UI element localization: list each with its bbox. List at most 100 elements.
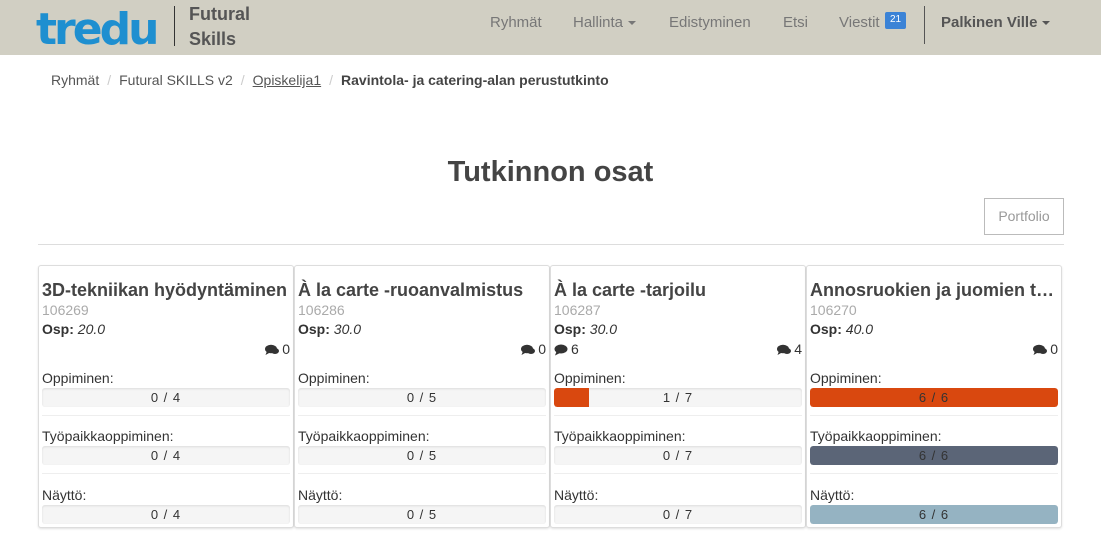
- comment-icon: [554, 344, 568, 356]
- tyopaikka-progress-text: 0 / 5: [406, 448, 438, 463]
- oppiminen-progress-bar: 0 / 5: [298, 388, 546, 407]
- tyopaikka-progress-text: 6 / 6: [918, 448, 950, 463]
- brand-subtitle: Futural Skills: [189, 2, 250, 52]
- card-title[interactable]: Annosruokien ja juomien tarjoilu: [810, 278, 1058, 302]
- nav-viestit-label: Viestit: [839, 14, 880, 31]
- nav-ryhmat[interactable]: Ryhmät: [490, 0, 542, 46]
- naytto-progress-bar: 0 / 7: [554, 505, 802, 524]
- comments-count[interactable]: 0: [521, 339, 546, 359]
- oppiminen-label: Oppiminen:: [554, 370, 626, 386]
- oppiminen-progress-bar: 6 / 6: [810, 388, 1058, 407]
- tyopaikka-progress-text: 0 / 7: [662, 448, 694, 463]
- card-osp: Osp: 20.0: [42, 319, 105, 339]
- comments-icon: [265, 344, 280, 356]
- card-title[interactable]: À la carte -ruoanvalmistus: [298, 278, 546, 302]
- oppiminen-progress-bar: 1 / 7: [554, 388, 802, 407]
- comments-icon: [777, 344, 792, 356]
- row-divider: [298, 415, 546, 416]
- osp-value: 30.0: [333, 321, 362, 337]
- tyopaikka-progress-bar: 0 / 4: [42, 446, 290, 465]
- breadcrumb-group[interactable]: Futural SKILLS v2: [119, 70, 233, 90]
- card-code: 106270: [810, 302, 857, 318]
- caret-down-icon: [628, 21, 637, 26]
- naytto-progress-bar: 0 / 4: [42, 505, 290, 524]
- oppiminen-label: Oppiminen:: [810, 370, 882, 386]
- nav-etsi-label: Etsi: [783, 14, 809, 31]
- messages-count-badge: 21: [885, 12, 907, 29]
- portfolio-button[interactable]: Portfolio: [984, 198, 1064, 235]
- card-code: 106269: [42, 302, 89, 318]
- row-divider: [554, 473, 802, 474]
- naytto-progress-text: 0 / 4: [150, 507, 182, 522]
- nav-hallinta-dropdown[interactable]: Hallinta: [573, 0, 637, 46]
- tyopaikka-label: Työpaikkaoppiminen:: [298, 428, 430, 444]
- osp-label: Osp:: [554, 321, 590, 337]
- comments-count[interactable]: 0: [265, 339, 290, 359]
- oppiminen-progress-text: 1 / 7: [662, 390, 694, 405]
- card-title[interactable]: À la carte -tarjoilu: [554, 278, 802, 302]
- module-card[interactable]: À la carte -tarjoilu 106287 Osp: 30.0 4 6 Opp…: [550, 265, 806, 528]
- naytto-progress-text: 0 / 5: [406, 507, 438, 522]
- tyopaikka-label: Työpaikkaoppiminen:: [810, 428, 942, 444]
- nav-etsi[interactable]: Etsi: [783, 0, 808, 46]
- naytto-progress-text: 0 / 7: [662, 507, 694, 522]
- naytto-label: Näyttö:: [298, 487, 343, 503]
- tyopaikka-label: Työpaikkaoppiminen:: [554, 428, 686, 444]
- row-divider: [810, 415, 1058, 416]
- nav-hallinta-label: Hallinta: [573, 14, 624, 31]
- brand-subtitle-line1: Futural: [189, 4, 250, 24]
- row-divider: [42, 415, 290, 416]
- tyopaikka-progress-bar: 0 / 7: [554, 446, 802, 465]
- comments-count[interactable]: 0: [1033, 339, 1058, 359]
- card-title[interactable]: 3D-tekniikan hyödyntäminen: [42, 278, 290, 302]
- module-card[interactable]: À la carte -ruoanvalmistus 106286 Osp: 30.…: [294, 265, 550, 528]
- card-osp: Osp: 40.0: [810, 319, 873, 339]
- oppiminen-progress-bar: 0 / 4: [42, 388, 290, 407]
- breadcrumb: Ryhmät / Futural SKILLS v2/Opiskelija1/Rav…: [51, 70, 609, 90]
- comments-left-count[interactable]: 6: [554, 339, 579, 359]
- comments-icon: [1033, 344, 1048, 356]
- comments-icon: [521, 344, 536, 356]
- oppiminen-label: Oppiminen:: [298, 370, 370, 386]
- breadcrumb-student[interactable]: Opiskelija1: [253, 70, 321, 90]
- module-card[interactable]: 3D-tekniikan hyödyntäminen 106269 Osp: 20.…: [38, 265, 294, 528]
- nav-edistyminen-label: Edistyminen: [669, 14, 751, 31]
- nav-edistyminen[interactable]: Edistyminen: [669, 0, 751, 46]
- nav-viestit[interactable]: Viestit: [839, 0, 880, 46]
- osp-label: Osp:: [42, 321, 78, 337]
- osp-value: 30.0: [589, 321, 618, 337]
- logo-divider: [174, 6, 175, 46]
- naytto-label: Näyttö:: [554, 487, 599, 503]
- osp-label: Osp:: [810, 321, 846, 337]
- brand-subtitle-line2: Skills: [189, 29, 237, 49]
- osp-value: 20.0: [77, 321, 106, 337]
- row-divider: [42, 473, 290, 474]
- module-card[interactable]: Annosruokien ja juomien tarjoilu106270Os…: [806, 265, 1062, 528]
- tyopaikka-progress-bar: 0 / 5: [298, 446, 546, 465]
- osp-label: Osp:: [298, 321, 334, 337]
- top-navbar: tredu Futural Skills Ryhmät Hallinta Edi…: [0, 0, 1101, 55]
- comments-count[interactable]: 4: [777, 339, 802, 359]
- caret-down-icon: [1042, 21, 1051, 26]
- tyopaikka-label: Työpaikkaoppiminen:: [42, 428, 174, 444]
- row-divider: [298, 473, 546, 474]
- comments-count-value: 0: [282, 341, 290, 357]
- naytto-label: Näyttö:: [810, 487, 855, 503]
- tyopaikka-progress-bar: 6 / 6: [810, 446, 1058, 465]
- naytto-progress-bar: 6 / 6: [810, 505, 1058, 524]
- svg-text:tredu: tredu: [36, 6, 156, 48]
- naytto-label: Näyttö:: [42, 487, 87, 503]
- section-divider: [38, 244, 1064, 245]
- tyopaikka-progress-text: 0 / 4: [150, 448, 182, 463]
- oppiminen-progress-text: 0 / 5: [406, 390, 438, 405]
- tredu-logo[interactable]: tredu: [36, 6, 170, 48]
- breadcrumb-ryhmat[interactable]: Ryhmät: [51, 70, 99, 90]
- oppiminen-label: Oppiminen:: [42, 370, 114, 386]
- naytto-progress-text: 6 / 6: [918, 507, 950, 522]
- comments-left-value: 6: [571, 341, 579, 357]
- breadcrumb-current: Ravintola- ja catering-alan perustutkint…: [341, 72, 609, 88]
- user-menu-dropdown[interactable]: Palkinen Ville: [941, 0, 1051, 46]
- oppiminen-progress-text: 6 / 6: [918, 390, 950, 405]
- comments-count-value: 0: [538, 341, 546, 357]
- comments-count-value: 4: [794, 341, 802, 357]
